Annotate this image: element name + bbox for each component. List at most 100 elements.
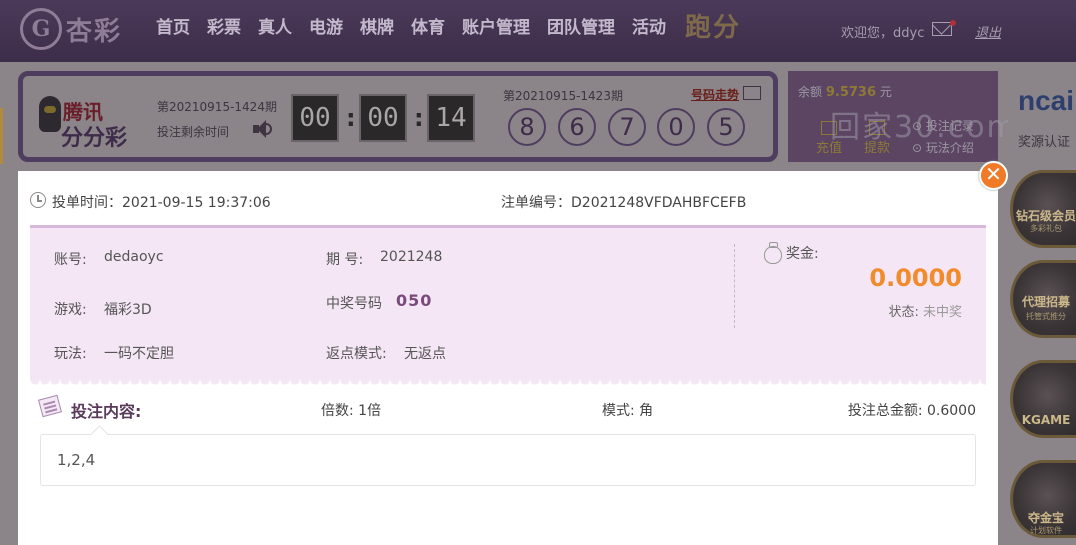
verify-label: 奖源认证	[1018, 135, 1071, 150]
badge-label: KGAME	[1021, 413, 1071, 427]
agent-recruit-badge[interactable]: 代理招募 托管式推分	[1010, 260, 1076, 338]
duojinbao-badge[interactable]: 夺金宝 计划软件	[1010, 460, 1076, 538]
multiple-value: 1倍	[358, 403, 382, 419]
nav-lottery[interactable]: 彩票	[207, 16, 241, 40]
logo-text: 杏彩	[66, 16, 123, 47]
multiple: 倍数: 1倍	[321, 400, 381, 420]
bet-content-text: 1,2,4	[57, 451, 96, 469]
speaker-icon[interactable]	[253, 120, 273, 138]
game-header-panel: 腾讯 分分彩 第20210915-1424期 投注剩余时间 00 : 00 : …	[18, 71, 778, 162]
issue-label: 期 号:	[326, 252, 364, 268]
bet-time-label: 投单时间：	[52, 195, 122, 211]
main-nav: 首页 彩票 真人 电游 棋牌 体育 账户管理 团队管理 活动 跑分	[156, 15, 758, 41]
last-issue: 第20210915-1423期	[503, 89, 623, 103]
balance-unit: 元	[879, 85, 892, 99]
win-no-value: 050	[396, 291, 433, 310]
bet-time-value: 2021-09-15 19:37:06	[122, 195, 271, 211]
balance-value: 9.5736	[825, 85, 877, 100]
trend-link[interactable]: 号码走势	[691, 86, 739, 103]
money-bag-icon	[764, 242, 782, 264]
close-icon[interactable]: ✕	[979, 161, 1008, 190]
status: 状态: 未中奖	[888, 301, 962, 320]
unread-dot	[950, 20, 956, 26]
countdown-separator: :	[414, 104, 424, 132]
issue-value: 2021248	[380, 249, 443, 265]
clock-icon	[30, 192, 46, 208]
mode-value: 角	[639, 403, 654, 419]
prize-label: 奖金:	[786, 246, 819, 262]
watermark: 回家30.com	[830, 110, 1018, 145]
note-icon	[38, 394, 62, 418]
badge-sub: 计划软件	[1030, 526, 1062, 535]
countdown-separator: :	[346, 104, 356, 132]
game-label: 游戏:	[54, 302, 87, 318]
bet-info-area: 账号: dedaoyc 期 号: 2021248 游戏: 福彩3D 中奖号码 0…	[30, 225, 986, 386]
status-value: 未中奖	[922, 305, 962, 320]
result-ball: 8	[508, 108, 546, 146]
total-value: 0.6000	[927, 403, 976, 419]
logout-link[interactable]: 退出	[975, 22, 1001, 41]
mode: 模式: 角	[602, 400, 653, 420]
rebate-value: 无返点	[404, 346, 446, 362]
nav-home[interactable]: 首页	[156, 16, 190, 40]
badge-label: 夺金宝	[1027, 511, 1064, 525]
result-ball: 6	[558, 108, 596, 146]
nav-activity[interactable]: 活动	[632, 16, 666, 40]
logo-mark-icon: G	[20, 8, 62, 50]
badge-label: 钻石级会员	[1015, 209, 1076, 223]
bet-time: 投单时间：2021-09-15 19:37:06	[52, 192, 271, 212]
remain-time-label: 投注剩余时间	[157, 125, 230, 139]
next-issue: 第20210915-1424期	[157, 100, 277, 114]
welcome-text: 欢迎您，ddyc	[841, 26, 925, 41]
trend-chart-icon[interactable]	[743, 86, 761, 100]
mode-label: 模式:	[602, 403, 635, 419]
nav-account[interactable]: 账户管理	[462, 16, 530, 40]
play-label: 玩法:	[54, 346, 87, 362]
result-ball: 7	[608, 108, 646, 146]
bet-detail-modal: 投单时间：2021-09-15 19:37:06 注单编号：D2021248VF…	[18, 171, 998, 545]
total-label: 投注总金额:	[847, 403, 923, 419]
divider	[734, 244, 735, 328]
nav-live[interactable]: 真人	[258, 16, 292, 40]
balance-label: 余额	[798, 85, 823, 99]
tencent-ffc-logo: 腾讯 分分彩	[39, 90, 143, 151]
countdown-hours: 00	[291, 94, 339, 142]
logo-bottom-text: 分分彩	[61, 126, 128, 151]
result-ball: 0	[657, 108, 695, 146]
bet-content-box: 1,2,4	[40, 434, 976, 486]
nav-paofen[interactable]: 跑分	[685, 15, 741, 41]
diamond-member-badge[interactable]: 钻石级会员 多彩礼包	[1010, 170, 1076, 248]
total-amount: 投注总金额: 0.6000	[848, 400, 976, 420]
order-number: 注单编号：D2021248VFDAHBFCEFB	[501, 192, 746, 212]
ncai-logo: ncai	[1018, 85, 1075, 116]
penguin-icon	[39, 96, 61, 132]
ncai-panel[interactable]: ncai 奖源认证	[1008, 71, 1076, 162]
status-label: 状态:	[888, 305, 919, 320]
order-no-label: 注单编号：	[501, 195, 571, 211]
order-no-value: D2021248VFDAHBFCEFB	[571, 195, 747, 211]
nav-sports[interactable]: 体育	[411, 16, 445, 40]
multiple-label: 倍数:	[321, 403, 354, 419]
badge-sub: 托管式推分	[1026, 312, 1066, 321]
nav-chess[interactable]: 棋牌	[360, 16, 394, 40]
play-value: 一码不定胆	[104, 346, 174, 362]
account-value: dedaoyc	[104, 249, 164, 265]
nav-team[interactable]: 团队管理	[547, 16, 615, 40]
game-value: 福彩3D	[104, 302, 152, 318]
kgame-badge[interactable]: KGAME	[1010, 360, 1076, 438]
countdown-minutes: 00	[359, 94, 407, 142]
badge-label: 代理招募	[1021, 295, 1070, 309]
rebate-label: 返点模式:	[326, 346, 387, 362]
bet-content-title: 投注内容:	[71, 402, 142, 421]
balance: 余额 9.5736 元	[798, 83, 892, 100]
nav-slots[interactable]: 电游	[309, 16, 343, 40]
site-logo[interactable]: G 杏彩	[20, 8, 122, 50]
result-ball: 5	[707, 108, 745, 146]
mail-icon[interactable]	[932, 22, 952, 36]
prize-value: 0.0000	[869, 264, 962, 292]
win-no-label: 中奖号码	[326, 296, 382, 312]
account-label: 账号:	[54, 252, 87, 268]
left-accent-bar	[0, 108, 3, 164]
top-navbar: G 杏彩 首页 彩票 真人 电游 棋牌 体育 账户管理 团队管理 活动 跑分 欢…	[0, 0, 1076, 62]
countdown-seconds: 14	[427, 94, 475, 142]
